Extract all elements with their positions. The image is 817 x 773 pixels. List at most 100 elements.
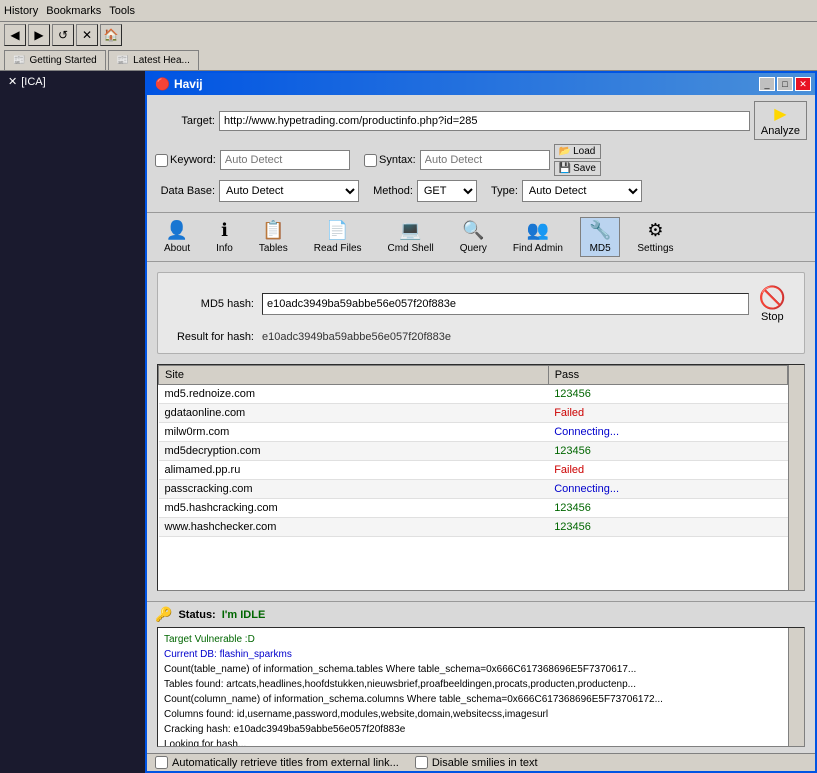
settings-label: Settings (637, 243, 673, 254)
log-content: Target Vulnerable :DCurrent DB: flashin_… (158, 628, 804, 747)
stop-button[interactable]: 🚫 Stop (757, 283, 788, 325)
site-cell: md5.rednoize.com (159, 385, 549, 404)
keyword-checkbox[interactable] (155, 154, 168, 167)
log-line: Count(column_name) of information_schema… (164, 692, 798, 707)
tab-icon: 📰 (117, 55, 129, 66)
tab-getting-started[interactable]: 📰 Getting Started (4, 50, 106, 70)
log-line: Looking for hash... (164, 737, 798, 747)
load-button[interactable]: 📂 Load (554, 144, 601, 159)
toolbar-find-admin[interactable]: 👥 Find Admin (504, 217, 572, 257)
log-line: Columns found: id,username,password,modu… (164, 707, 798, 722)
toolbar-tables[interactable]: 📋 Tables (250, 217, 297, 257)
find-admin-label: Find Admin (513, 243, 563, 254)
tools-menu[interactable]: Tools (109, 5, 135, 17)
info-label: Info (216, 243, 233, 254)
toolbar-settings[interactable]: ⚙ Settings (628, 217, 682, 257)
back-button[interactable]: ◀ (4, 24, 26, 46)
target-input[interactable] (219, 111, 750, 131)
pass-cell: Connecting... (548, 480, 787, 499)
toolbar-cmd-shell[interactable]: 💻 Cmd Shell (379, 217, 443, 257)
about-icon: 👤 (166, 220, 188, 241)
save-icon: 💾 (559, 163, 571, 174)
analyze-icon: ▶ (774, 104, 786, 124)
database-label: Data Base: (155, 185, 215, 197)
save-button[interactable]: 💾 Save (554, 161, 601, 176)
save-label: Save (573, 163, 596, 174)
checkbox2[interactable] (415, 756, 428, 769)
log-scrollbar[interactable] (788, 628, 804, 746)
toolbar-about[interactable]: 👤 About (155, 217, 199, 257)
syntax-label: Syntax: (379, 154, 416, 166)
reload-button[interactable]: ↺ (52, 24, 74, 46)
home-button[interactable]: 🏠 (100, 24, 122, 46)
col-pass: Pass (548, 366, 787, 385)
close-button[interactable]: ✕ (795, 77, 811, 91)
status-value: I'm IDLE (222, 609, 266, 621)
checkbox1[interactable] (155, 756, 168, 769)
syntax-input[interactable] (420, 150, 550, 170)
content-panel: MD5 hash: 🚫 Stop Result for hash: e10adc… (147, 262, 815, 771)
find-admin-icon: 👥 (527, 220, 549, 241)
md5-hash-input[interactable] (262, 293, 749, 315)
keyword-checkbox-label: Keyword: (155, 154, 216, 167)
load-icon: 📂 (559, 146, 571, 157)
site-cell: gdataonline.com (159, 404, 549, 423)
database-select[interactable]: Auto Detect (219, 180, 359, 202)
table-row: md5.rednoize.com123456 (159, 385, 788, 404)
site-cell: alimamed.pp.ru (159, 461, 549, 480)
pass-cell: Failed (548, 461, 787, 480)
toolbar-query[interactable]: 🔍 Query (451, 217, 496, 257)
toolbar-md5[interactable]: 🔧 MD5 (580, 217, 620, 257)
outer-layout: ✕ [ICA] 🔴 Havij _ □ ✕ Target: (0, 71, 817, 773)
log-line: Tables found: artcats,headlines,hoofdstu… (164, 677, 798, 692)
read-files-icon: 📄 (326, 220, 348, 241)
pass-cell: 123456 (548, 385, 787, 404)
log-line: Count(table_name) of information_schema.… (164, 662, 798, 677)
minimize-button[interactable]: _ (759, 77, 775, 91)
site-cell: md5.hashcracking.com (159, 499, 549, 518)
tab-latest-head[interactable]: 📰 Latest Hea... (108, 50, 199, 70)
pass-cell: Failed (548, 404, 787, 423)
table-row: www.hashchecker.com123456 (159, 518, 788, 537)
tab-icon: 📰 (13, 55, 25, 66)
query-label: Query (460, 243, 487, 254)
table-scroll[interactable]: Site Pass md5.rednoize.com123456gdataonl… (158, 365, 788, 590)
forward-button[interactable]: ▶ (28, 24, 50, 46)
table-scrollbar[interactable] (788, 365, 804, 590)
stop-label: Stop (761, 311, 784, 323)
method-select[interactable]: GET (417, 180, 477, 202)
toolbar-read-files[interactable]: 📄 Read Files (305, 217, 371, 257)
title-bar-buttons: _ □ ✕ (759, 77, 811, 91)
analyze-button[interactable]: ▶ Analyze (754, 101, 807, 140)
history-menu[interactable]: History (4, 5, 38, 17)
side-panel-close[interactable]: ✕ [ICA] (0, 71, 145, 92)
bottom-bar: Automatically retrieve titles from exter… (147, 753, 815, 771)
syntax-checkbox[interactable] (364, 154, 377, 167)
settings-icon: ⚙ (647, 220, 663, 241)
md5-panel: MD5 hash: 🚫 Stop Result for hash: e10adc… (157, 272, 805, 354)
browser-chrome: ◀ ▶ ↺ ✕ 🏠 📰 Getting Started 📰 Latest Hea… (0, 22, 817, 71)
pass-cell: Connecting... (548, 423, 787, 442)
toolbar-info[interactable]: ℹ Info (207, 217, 242, 257)
browser-nav: ◀ ▶ ↺ ✕ 🏠 (0, 22, 817, 48)
type-select[interactable]: Auto Detect (522, 180, 642, 202)
tab-label: Latest Hea... (133, 55, 190, 66)
tables-label: Tables (259, 243, 288, 254)
pass-cell: 123456 (548, 442, 787, 461)
syntax-checkbox-label: Syntax: (364, 154, 416, 167)
md5-hash-label: MD5 hash: (174, 298, 254, 310)
site-cell: md5decryption.com (159, 442, 549, 461)
stop-nav-button[interactable]: ✕ (76, 24, 98, 46)
cmd-shell-icon: 💻 (399, 220, 421, 241)
tables-icon: 📋 (262, 220, 284, 241)
keyword-input[interactable] (220, 150, 350, 170)
stop-icon: 🚫 (759, 285, 786, 311)
maximize-button[interactable]: □ (777, 77, 793, 91)
keyword-label: Keyword: (170, 154, 216, 166)
cmd-shell-label: Cmd Shell (388, 243, 434, 254)
sites-table-container: Site Pass md5.rednoize.com123456gdataonl… (157, 364, 805, 591)
md5-hash-row: MD5 hash: 🚫 Stop (174, 283, 788, 325)
bookmarks-menu[interactable]: Bookmarks (46, 5, 101, 17)
load-label: Load (573, 146, 595, 157)
database-row: Data Base: Auto Detect Method: GET Type:… (155, 180, 807, 202)
